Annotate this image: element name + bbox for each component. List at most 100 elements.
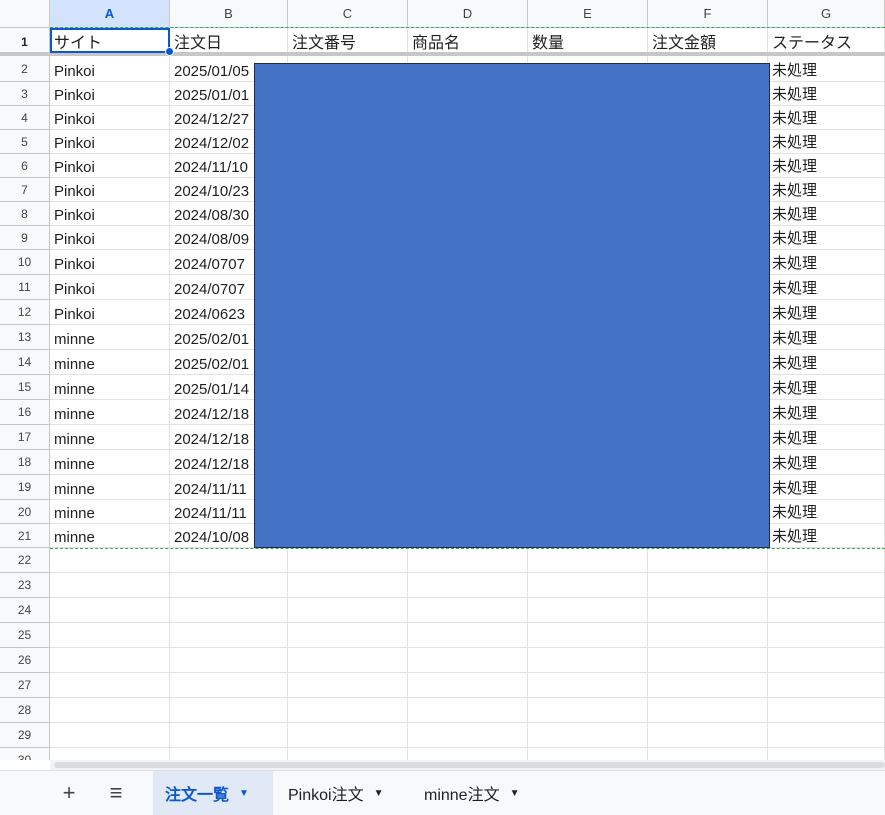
- row-header[interactable]: 29: [0, 723, 50, 748]
- row-header[interactable]: 6: [0, 154, 50, 178]
- table-cell[interactable]: Pinkoi: [50, 275, 170, 300]
- horizontal-scrollbar-thumb[interactable]: [54, 762, 885, 768]
- table-cell[interactable]: [170, 623, 288, 648]
- row-header[interactable]: 23: [0, 573, 50, 598]
- row-header[interactable]: 19: [0, 475, 50, 500]
- add-sheet-button[interactable]: +: [55, 771, 83, 815]
- select-all-corner[interactable]: [0, 0, 50, 28]
- table-cell[interactable]: 未処理: [768, 250, 885, 275]
- table-cell[interactable]: [50, 573, 170, 598]
- table-cell[interactable]: [170, 573, 288, 598]
- table-cell[interactable]: minne: [50, 524, 170, 548]
- row-header[interactable]: 27: [0, 673, 50, 698]
- table-cell[interactable]: [50, 598, 170, 623]
- row-header[interactable]: 18: [0, 450, 50, 475]
- table-cell[interactable]: minne: [50, 450, 170, 475]
- column-header-e[interactable]: E: [528, 0, 648, 28]
- table-cell[interactable]: [768, 623, 885, 648]
- table-cell[interactable]: Pinkoi: [50, 106, 170, 130]
- table-cell[interactable]: [528, 598, 648, 623]
- row-header[interactable]: 25: [0, 623, 50, 648]
- table-cell[interactable]: minne: [50, 500, 170, 524]
- table-cell[interactable]: 未処理: [768, 56, 885, 82]
- table-cell[interactable]: [648, 723, 768, 748]
- table-cell[interactable]: [528, 648, 648, 673]
- table-cell[interactable]: [170, 648, 288, 673]
- table-cell[interactable]: [288, 598, 408, 623]
- table-cell[interactable]: 未処理: [768, 202, 885, 226]
- row-header[interactable]: 16: [0, 400, 50, 425]
- table-cell[interactable]: [648, 673, 768, 698]
- table-cell[interactable]: [528, 623, 648, 648]
- table-cell[interactable]: [170, 548, 288, 573]
- table-cell[interactable]: 未処理: [768, 106, 885, 130]
- row-header[interactable]: 8: [0, 202, 50, 226]
- table-cell[interactable]: minne: [50, 475, 170, 500]
- table-cell[interactable]: [50, 648, 170, 673]
- table-cell[interactable]: [648, 548, 768, 573]
- row-header[interactable]: 20: [0, 500, 50, 524]
- table-cell[interactable]: Pinkoi: [50, 202, 170, 226]
- row-header[interactable]: 2: [0, 56, 50, 82]
- table-cell[interactable]: [288, 548, 408, 573]
- table-cell[interactable]: [768, 723, 885, 748]
- row-header[interactable]: 3: [0, 82, 50, 106]
- table-cell[interactable]: 未処理: [768, 524, 885, 548]
- chevron-down-icon[interactable]: ▼: [510, 788, 520, 799]
- column-header-f[interactable]: F: [648, 0, 768, 28]
- row-header[interactable]: 12: [0, 300, 50, 325]
- column-header-g[interactable]: G: [768, 0, 885, 28]
- table-cell[interactable]: 未処理: [768, 425, 885, 450]
- chevron-down-icon[interactable]: ▼: [239, 788, 249, 799]
- table-cell[interactable]: [170, 598, 288, 623]
- row-header[interactable]: 24: [0, 598, 50, 623]
- table-cell[interactable]: [50, 673, 170, 698]
- table-cell[interactable]: [648, 623, 768, 648]
- table-cell[interactable]: minne: [50, 325, 170, 350]
- table-cell[interactable]: [408, 573, 528, 598]
- table-cell[interactable]: [170, 673, 288, 698]
- table-cell[interactable]: [528, 573, 648, 598]
- table-cell[interactable]: Pinkoi: [50, 130, 170, 154]
- row-header[interactable]: 22: [0, 548, 50, 573]
- table-cell[interactable]: minne: [50, 400, 170, 425]
- table-cell[interactable]: Pinkoi: [50, 300, 170, 325]
- table-cell[interactable]: 未処理: [768, 350, 885, 375]
- table-cell[interactable]: 未処理: [768, 130, 885, 154]
- table-cell[interactable]: [408, 748, 528, 760]
- table-cell[interactable]: [170, 723, 288, 748]
- chevron-down-icon[interactable]: ▼: [374, 788, 384, 799]
- table-cell[interactable]: [528, 673, 648, 698]
- table-cell[interactable]: minne: [50, 350, 170, 375]
- table-cell[interactable]: [648, 698, 768, 723]
- table-cell[interactable]: 未処理: [768, 300, 885, 325]
- table-cell[interactable]: [288, 698, 408, 723]
- table-cell[interactable]: [170, 698, 288, 723]
- column-header-d[interactable]: D: [408, 0, 528, 28]
- table-cell[interactable]: 未処理: [768, 325, 885, 350]
- row-header[interactable]: 7: [0, 178, 50, 202]
- table-cell[interactable]: 未処理: [768, 226, 885, 250]
- table-cell[interactable]: [528, 723, 648, 748]
- tab-pinkoi-orders[interactable]: Pinkoi注文 ▼: [276, 771, 398, 815]
- table-cell[interactable]: 未処理: [768, 275, 885, 300]
- frozen-row-divider[interactable]: [0, 52, 885, 56]
- row-header[interactable]: 9: [0, 226, 50, 250]
- table-cell[interactable]: [768, 698, 885, 723]
- table-cell[interactable]: [648, 573, 768, 598]
- table-cell[interactable]: [768, 673, 885, 698]
- table-cell[interactable]: [408, 648, 528, 673]
- table-cell[interactable]: Pinkoi: [50, 250, 170, 275]
- row-header[interactable]: 26: [0, 648, 50, 673]
- table-cell[interactable]: [648, 598, 768, 623]
- fill-handle[interactable]: [165, 47, 174, 56]
- table-cell[interactable]: Pinkoi: [50, 154, 170, 178]
- table-cell[interactable]: [288, 673, 408, 698]
- table-cell[interactable]: 未処理: [768, 178, 885, 202]
- table-cell[interactable]: 未処理: [768, 500, 885, 524]
- row-header[interactable]: 11: [0, 275, 50, 300]
- table-cell[interactable]: Pinkoi: [50, 56, 170, 82]
- column-header-b[interactable]: B: [170, 0, 288, 28]
- table-cell[interactable]: minne: [50, 425, 170, 450]
- table-cell[interactable]: [288, 573, 408, 598]
